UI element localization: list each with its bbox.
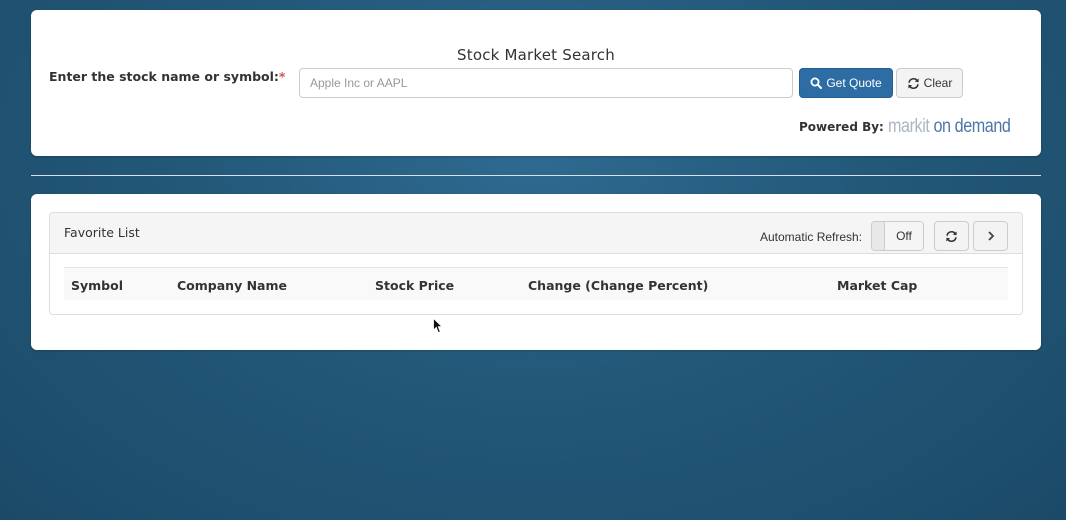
stock-search-input[interactable] <box>299 68 793 98</box>
refresh-icon <box>946 230 957 242</box>
favorites-title: Favorite List <box>64 225 140 240</box>
markit-on-demand-logo[interactable]: markit on demand <box>887 116 1011 137</box>
next-button[interactable] <box>973 221 1008 251</box>
refresh-button[interactable] <box>934 221 969 251</box>
get-quote-button[interactable]: Get Quote <box>799 68 893 98</box>
powered-by: Powered By: markit on demand <box>799 117 1032 136</box>
search-icon <box>810 77 823 89</box>
refresh-icon <box>907 77 919 89</box>
clear-label: Clear <box>923 76 953 90</box>
mouse-cursor-icon <box>433 318 443 334</box>
logo-text-on-demand: on demand <box>929 116 1011 137</box>
auto-refresh-toggle[interactable]: Off <box>871 221 924 251</box>
favorites-box: Favorite List Automatic Refresh: Off Sym… <box>49 212 1023 315</box>
favorites-panel: Favorite List Automatic Refresh: Off Sym… <box>31 194 1041 350</box>
column-header-company-name[interactable]: Company Name <box>177 278 287 293</box>
column-header-market-cap[interactable]: Market Cap <box>837 278 917 293</box>
column-header-change[interactable]: Change (Change Percent) <box>528 278 708 293</box>
toggle-state: Off <box>885 222 923 250</box>
get-quote-label: Get Quote <box>826 76 882 90</box>
auto-refresh-label: Automatic Refresh: <box>760 230 863 244</box>
page-title: Stock Market Search <box>457 46 615 64</box>
powered-by-label: Powered By: <box>799 120 884 134</box>
column-header-stock-price[interactable]: Stock Price <box>375 278 454 293</box>
toggle-handle <box>872 222 885 250</box>
favorites-table-header: Symbol Company Name Stock Price Change (… <box>64 267 1008 300</box>
stock-search-label-text: Enter the stock name or symbol: <box>49 69 279 84</box>
column-header-symbol[interactable]: Symbol <box>71 278 123 293</box>
search-panel: Stock Market Search Enter the stock name… <box>31 10 1041 156</box>
required-marker: * <box>278 69 286 84</box>
chevron-right-icon <box>987 231 994 241</box>
clear-button[interactable]: Clear <box>896 68 963 98</box>
stock-search-label: Enter the stock name or symbol:* <box>49 69 285 84</box>
favorites-header: Favorite List Automatic Refresh: Off <box>50 213 1022 254</box>
section-divider <box>31 175 1041 176</box>
logo-text-markit: markit <box>887 116 930 137</box>
